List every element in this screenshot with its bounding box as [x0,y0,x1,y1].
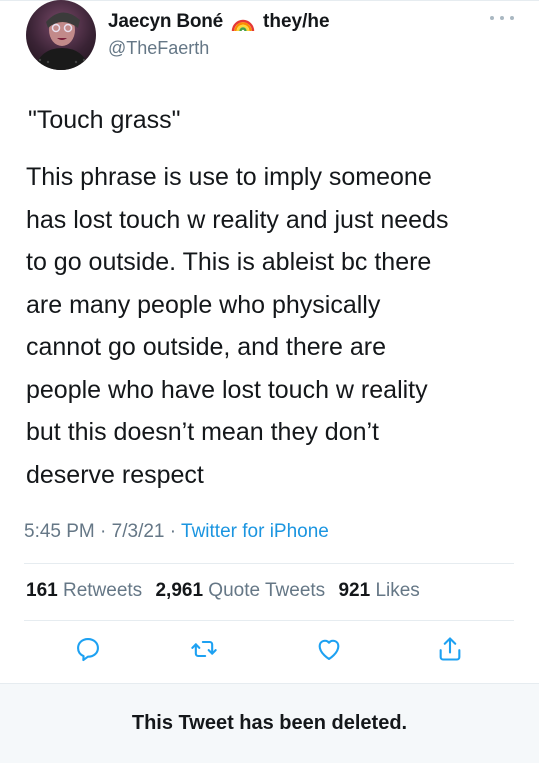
tweet-quote-title: "Touch grass" [28,106,181,134]
author-pronouns: they/he [263,11,330,32]
likes-label: Likes [375,580,420,601]
meta-separator: · [100,521,112,542]
quote-tweets-count: 2,961 [155,580,204,601]
reply-button[interactable] [71,632,105,666]
tweet-metadata: 5:45 PM · 7/3/21 · Twitter for iPhone [24,521,329,543]
engagement-stats: 161 Retweets 2,961 Quote Tweets 921 Like… [26,580,428,602]
divider [24,563,514,564]
author-name-row: Jaecyn Boné they/he [108,10,330,34]
avatar[interactable] [26,0,96,70]
tweet-source[interactable]: Twitter for iPhone [181,521,329,542]
likes-stat[interactable]: 921 Likes [338,580,419,601]
retweets-stat[interactable]: 161 Retweets [26,580,142,601]
author-handle[interactable]: @TheFaerth [108,38,209,59]
tweet-text-line: has lost touch w reality and just needs [26,205,449,234]
tweet-text: This phrase is use to imply someone has … [26,156,521,496]
likes-count: 921 [338,580,371,601]
like-button[interactable] [312,632,346,666]
tweet-text-line: This phrase is use to imply someone [26,163,432,191]
quote-tweets-label: Quote Tweets [208,580,326,601]
tweet-text-line: cannot go outside, and there are [26,333,386,361]
tweet-detail-page: Jaecyn Boné they/he @TheFaerth "Touch gr… [0,0,539,763]
tweet-time[interactable]: 5:45 PM [24,521,95,542]
tweet-text-line: people who have lost touch w reality [26,375,428,404]
share-button[interactable] [433,632,467,666]
tweet-text-line: are many people who physically [26,290,381,319]
retweets-count: 161 [26,580,58,601]
share-icon [439,637,461,661]
more-options-icon[interactable] [490,10,514,26]
tweet-text-line: but this doesn’t mean they don’t [26,418,380,446]
deleted-tweet-notice: This Tweet has been deleted. [0,683,539,763]
retweet-button[interactable] [187,632,221,666]
retweets-label: Retweets [62,580,143,601]
quote-tweets-stat[interactable]: 2,961 Quote Tweets [155,580,325,601]
like-icon [318,639,340,660]
tweet-text-line: to go outside. This is ableist bc there [26,248,432,276]
tweet-date[interactable]: 7/3/21 [112,521,165,542]
tweet-text-line: deserve respect [26,460,204,489]
reply-icon [77,638,99,662]
retweet-icon [191,640,217,658]
deleted-tweet-text: This Tweet has been deleted. [131,712,408,734]
author-display-name[interactable]: Jaecyn Boné [108,11,223,33]
meta-separator: · [169,521,182,542]
divider [24,620,514,621]
tweet-header: Jaecyn Boné they/he @TheFaerth [24,0,514,80]
rainbow-icon [231,12,255,32]
tweet-actions-bar [0,632,539,672]
